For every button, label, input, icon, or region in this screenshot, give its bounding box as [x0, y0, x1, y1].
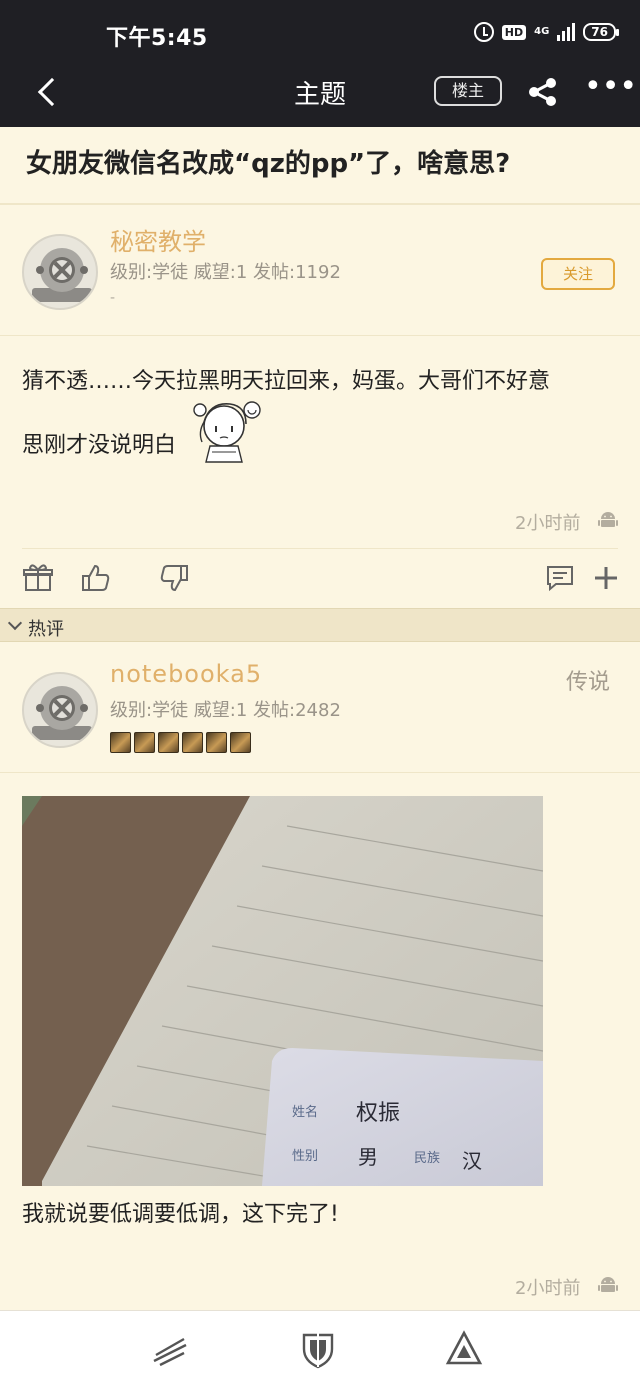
divider — [0, 335, 640, 336]
alarm-icon — [473, 22, 494, 42]
divider — [0, 772, 640, 773]
network-type: 4G — [534, 26, 550, 37]
thumb-up-icon[interactable] — [80, 562, 112, 594]
op-username[interactable]: 秘密教学 — [110, 222, 206, 257]
divider — [22, 548, 618, 549]
op-avatar[interactable] — [22, 234, 98, 310]
status-icons: HD 4G 76 — [473, 22, 619, 42]
medal-icon — [110, 732, 131, 753]
android-icon — [598, 1277, 618, 1292]
shield-icon[interactable] — [298, 1329, 338, 1369]
op-content-line-2: 思刚才没说明白 — [22, 433, 177, 458]
op-timestamp: 2小时前 — [515, 513, 581, 534]
owner-only-button[interactable]: 楼主 — [434, 76, 502, 106]
topic-title: 女朋友微信名改成“qz的pp”了，啥意思? — [26, 149, 511, 179]
id-gender-value: 男 — [358, 1145, 378, 1169]
share-icon[interactable] — [526, 76, 560, 108]
hd-badge: HD — [501, 24, 527, 40]
op-meta: 级别:学徒 威望:1 发帖:1192 — [110, 262, 341, 283]
comment-icon[interactable] — [544, 562, 576, 594]
reply-content: 我就说要低调要低调，这下完了! — [22, 1202, 339, 1227]
reply-avatar[interactable] — [22, 672, 98, 748]
reply-username[interactable]: notebooka5 — [110, 660, 262, 688]
medal-badges — [110, 732, 251, 753]
battery-icon: 76 — [583, 23, 619, 41]
hot-comments-header[interactable]: 热评 — [0, 608, 640, 642]
follow-button[interactable]: 关注 — [541, 258, 615, 290]
id-name-label: 姓名 — [292, 1104, 318, 1120]
anime-sticker-icon — [193, 401, 261, 463]
medal-icon — [230, 732, 251, 753]
id-ethnicity-label: 民族 — [414, 1150, 440, 1166]
thumb-down-icon[interactable] — [158, 562, 190, 594]
plus-icon[interactable] — [590, 562, 622, 594]
medal-icon — [158, 732, 179, 753]
status-bar: 下午5:45 HD 4G 76 — [0, 0, 640, 60]
app-header: 主题 楼主 ••• — [0, 60, 640, 127]
chevron-down-icon — [7, 615, 23, 631]
android-icon — [598, 512, 618, 527]
reply-timestamp: 2小时前 — [515, 1278, 581, 1299]
bottom-nav — [0, 1310, 640, 1386]
topic-title-bar: 女朋友微信名改成“qz的pp”了，啥意思? — [0, 127, 640, 205]
claw-slash-icon[interactable] — [150, 1329, 190, 1369]
id-gender-label: 性别 — [292, 1149, 318, 1164]
reply-photo[interactable]: 姓名 权振 性别 男 民族 汉 — [22, 796, 543, 1186]
medal-icon — [134, 732, 155, 753]
diver-helmet-icon — [32, 686, 92, 740]
signal-icon — [557, 23, 576, 41]
reply-title-badge: 传说 — [566, 670, 611, 695]
post-actions — [0, 556, 640, 606]
medal-icon — [206, 732, 227, 753]
medal-icon — [182, 732, 203, 753]
op-content-line-1: 猜不透……今天拉黑明天拉回来，妈蛋。大哥们不好意 — [22, 369, 551, 394]
reply-meta: 级别:学徒 威望:1 发帖:2482 — [110, 700, 341, 721]
id-ethnicity-value: 汉 — [462, 1149, 482, 1173]
diver-helmet-icon — [32, 248, 92, 302]
gift-icon[interactable] — [22, 562, 54, 594]
hot-comments-label: 热评 — [28, 619, 64, 640]
id-name-value: 权振 — [356, 1101, 400, 1126]
status-time: 下午5:45 — [106, 26, 208, 51]
op-signature: - — [110, 290, 116, 306]
notebook-photo: 姓名 权振 性别 男 民族 汉 — [22, 796, 543, 1186]
triangle-logo-icon[interactable] — [444, 1329, 484, 1369]
more-icon[interactable]: ••• — [584, 72, 637, 102]
